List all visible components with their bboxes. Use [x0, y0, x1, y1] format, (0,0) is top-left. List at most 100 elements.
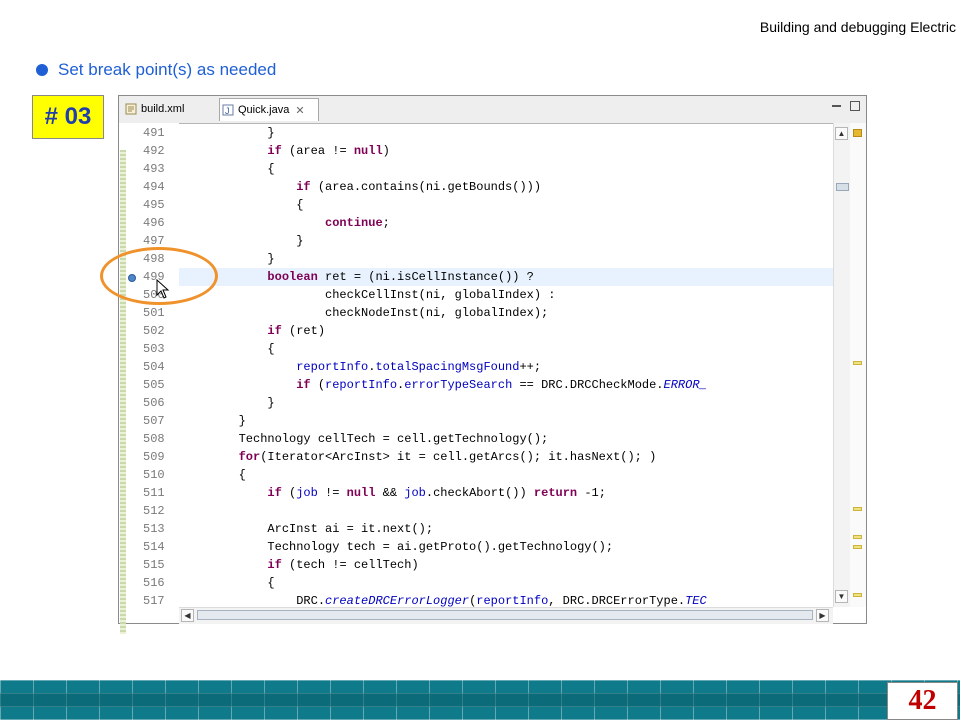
java-file-icon: J — [222, 104, 234, 116]
code-line[interactable]: { — [179, 340, 833, 358]
code-text: } — [181, 126, 275, 140]
footer-band — [0, 693, 960, 707]
code-line[interactable]: DRC.createDRCErrorLogger(reportInfo, DRC… — [179, 592, 833, 607]
line-number: 506 — [143, 396, 165, 410]
line-number: 512 — [143, 504, 165, 518]
tab-build-xml[interactable]: build.xml — [125, 98, 217, 120]
page-number: 42 — [887, 682, 958, 720]
line-number: 494 — [143, 180, 165, 194]
line-number: 491 — [143, 126, 165, 140]
close-icon[interactable]: ✕ — [295, 104, 304, 117]
code-text: { — [181, 162, 275, 176]
code-text: for(Iterator<ArcInst> it = cell.getArcs(… — [238, 450, 657, 464]
code-line[interactable]: checkNodeInst(ni, globalIndex); — [179, 304, 833, 322]
line-number: 509 — [143, 450, 165, 464]
vertical-scrollbar[interactable]: ▲ ▼ — [833, 123, 850, 607]
overview-marker[interactable] — [853, 535, 862, 539]
line-number: 511 — [143, 486, 165, 500]
code-line[interactable]: } — [179, 394, 833, 412]
line-number: 505 — [143, 378, 165, 392]
tab-quick-java[interactable]: J Quick.java ✕ — [219, 98, 319, 121]
code-line[interactable]: Technology cellTech = cell.getTechnology… — [179, 430, 833, 448]
code-line[interactable]: if (area != null) — [179, 142, 833, 160]
code-text: if (ret) — [267, 324, 326, 338]
code-text: checkNodeInst(ni, globalIndex); — [181, 306, 549, 320]
line-number: 501 — [143, 306, 165, 320]
overview-marker[interactable] — [853, 593, 862, 597]
line-number: 492 — [143, 144, 165, 158]
code-line[interactable]: } — [179, 232, 833, 250]
slide-header-title: Building and debugging Electric — [759, 19, 956, 35]
code-line[interactable]: Technology tech = ai.getProto().getTechn… — [179, 538, 833, 556]
code-text: if (job != null && job.checkAbort()) ret… — [267, 486, 606, 500]
code-line[interactable]: if (reportInfo.errorTypeSearch == DRC.DR… — [179, 376, 833, 394]
xml-file-icon — [125, 103, 137, 115]
code-text: Technology tech = ai.getProto().getTechn… — [181, 540, 614, 554]
code-line[interactable]: } — [179, 124, 833, 142]
code-text: ArcInst ai = it.next(); — [181, 522, 434, 536]
overview-marker[interactable] — [853, 545, 862, 549]
overview-marker[interactable] — [853, 361, 862, 365]
code-editor-window: build.xml J Quick.java ✕ } if (area != n… — [118, 95, 867, 634]
code-line[interactable]: } — [179, 412, 833, 430]
line-number: 513 — [143, 522, 165, 536]
scroll-up-icon[interactable]: ▲ — [835, 127, 848, 140]
scroll-thumb[interactable] — [197, 610, 813, 620]
code-line[interactable]: if (tech != cellTech) — [179, 556, 833, 574]
line-number: 510 — [143, 468, 165, 482]
scroll-left-icon[interactable]: ◀ — [181, 609, 194, 622]
code-text: { — [181, 576, 275, 590]
code-text: checkCellInst(ni, globalIndex) : — [181, 288, 556, 302]
mouse-cursor-icon — [156, 279, 170, 299]
line-number: 516 — [143, 576, 165, 590]
code-text: if (area.contains(ni.getBounds())) — [296, 180, 542, 194]
code-text: DRC.createDRCErrorLogger(reportInfo, DRC… — [181, 594, 707, 607]
line-number: 503 — [143, 342, 165, 356]
line-number: 493 — [143, 162, 165, 176]
code-area[interactable]: } if (area != null) { if (area.contains(… — [179, 123, 833, 607]
code-line[interactable]: { — [179, 574, 833, 592]
code-text: reportInfo.totalSpacingMsgFound++; — [296, 360, 542, 374]
tab-label: build.xml — [141, 103, 185, 115]
code-text: boolean ret = (ni.isCellInstance()) ? — [267, 270, 534, 284]
code-line[interactable]: if (ret) — [179, 322, 833, 340]
code-line[interactable]: if (job != null && job.checkAbort()) ret… — [179, 484, 833, 502]
code-line[interactable]: } — [179, 250, 833, 268]
line-number: 514 — [143, 540, 165, 554]
minimize-icon[interactable] — [832, 101, 842, 111]
svg-text:J: J — [225, 106, 230, 116]
scroll-down-icon[interactable]: ▼ — [835, 590, 848, 603]
code-line[interactable]: for(Iterator<ArcInst> it = cell.getArcs(… — [179, 448, 833, 466]
horizontal-scrollbar[interactable]: ◀ ▶ — [179, 607, 833, 624]
line-number: 507 — [143, 414, 165, 428]
code-line[interactable]: reportInfo.totalSpacingMsgFound++; — [179, 358, 833, 376]
code-line[interactable]: if (area.contains(ni.getBounds())) — [179, 178, 833, 196]
scroll-thumb[interactable] — [836, 183, 849, 191]
code-line[interactable]: checkCellInst(ni, globalIndex) : — [179, 286, 833, 304]
code-line[interactable]: continue; — [179, 214, 833, 232]
bullet-text: Set break point(s) as needed — [58, 60, 277, 79]
line-number: 517 — [143, 594, 165, 608]
code-line[interactable]: { — [179, 160, 833, 178]
overview-ruler[interactable] — [850, 123, 866, 607]
bullet-point: Set break point(s) as needed — [36, 60, 276, 80]
code-line[interactable]: { — [179, 196, 833, 214]
line-number: 515 — [143, 558, 165, 572]
line-number: 508 — [143, 432, 165, 446]
code-text: { — [181, 468, 246, 482]
code-line[interactable]: boolean ret = (ni.isCellInstance()) ? — [179, 268, 833, 286]
code-line[interactable] — [179, 502, 833, 520]
code-line[interactable]: { — [179, 466, 833, 484]
code-text: if (reportInfo.errorTypeSearch == DRC.DR… — [296, 378, 707, 392]
line-number: 495 — [143, 198, 165, 212]
code-text: } — [181, 396, 275, 410]
step-badge: # 03 — [32, 95, 104, 139]
maximize-icon[interactable] — [850, 101, 860, 111]
annotation-ruler[interactable] — [120, 150, 126, 634]
code-line[interactable]: ArcInst ai = it.next(); — [179, 520, 833, 538]
scroll-right-icon[interactable]: ▶ — [816, 609, 829, 622]
overview-marker[interactable] — [853, 507, 862, 511]
code-text: } — [181, 414, 246, 428]
warning-marker-icon[interactable] — [853, 129, 862, 137]
code-text: Technology cellTech = cell.getTechnology… — [181, 432, 549, 446]
